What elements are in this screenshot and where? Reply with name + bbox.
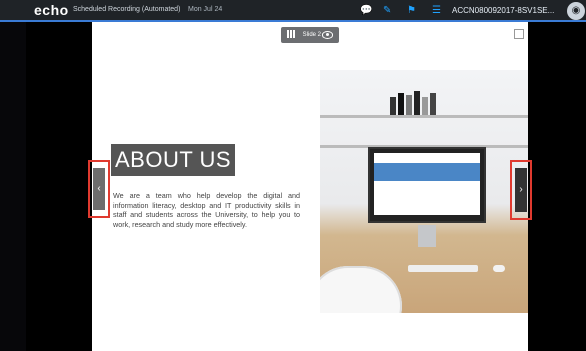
top-bar: echo Scheduled Recording (Automated) Mon… — [0, 0, 586, 22]
monitor-screen — [374, 153, 480, 215]
chevron-right-icon: › — [515, 168, 527, 212]
book — [414, 91, 420, 115]
imac-monitor — [368, 147, 486, 223]
recording-date: Mon Jul 24 — [188, 6, 223, 13]
slide-body-text: We are a team who help develop the digit… — [113, 191, 300, 229]
book — [430, 93, 436, 115]
office-chair — [320, 266, 402, 313]
bookshelf-top — [320, 115, 528, 118]
eye-icon[interactable] — [322, 31, 333, 39]
annotate-icon[interactable]: ✎ — [383, 5, 391, 17]
slide-heading: ABOUT US — [111, 144, 235, 176]
next-slide-button[interactable]: › — [510, 160, 532, 220]
slide-label: Slide 2 — [302, 32, 322, 38]
book — [398, 93, 404, 115]
echo-logo[interactable]: echo — [34, 2, 69, 18]
flag-icon[interactable]: ⚑ — [407, 5, 416, 17]
user-avatar-icon[interactable]: ◉ — [567, 2, 585, 20]
book — [422, 97, 428, 115]
slide-indicator[interactable]: Slide 2 — [281, 27, 339, 43]
book — [406, 95, 412, 115]
left-sidebar — [0, 22, 26, 351]
previous-slide-button[interactable]: ‹ — [88, 160, 110, 218]
list-icon[interactable]: ☰ — [432, 5, 441, 17]
slides-grid-icon — [287, 30, 295, 39]
chevron-left-icon: ‹ — [93, 168, 105, 210]
chat-icon[interactable]: 💬 — [360, 5, 372, 17]
fullscreen-icon[interactable] — [514, 29, 524, 39]
keyboard — [408, 265, 478, 272]
course-id[interactable]: ACCN080092017-8SV1SE... — [452, 6, 554, 15]
website-header-band — [374, 163, 480, 181]
book — [390, 97, 396, 115]
monitor-stand — [418, 225, 436, 247]
office-photo — [320, 70, 528, 313]
mouse — [493, 265, 505, 272]
recording-title: Scheduled Recording (Automated) — [73, 6, 181, 13]
